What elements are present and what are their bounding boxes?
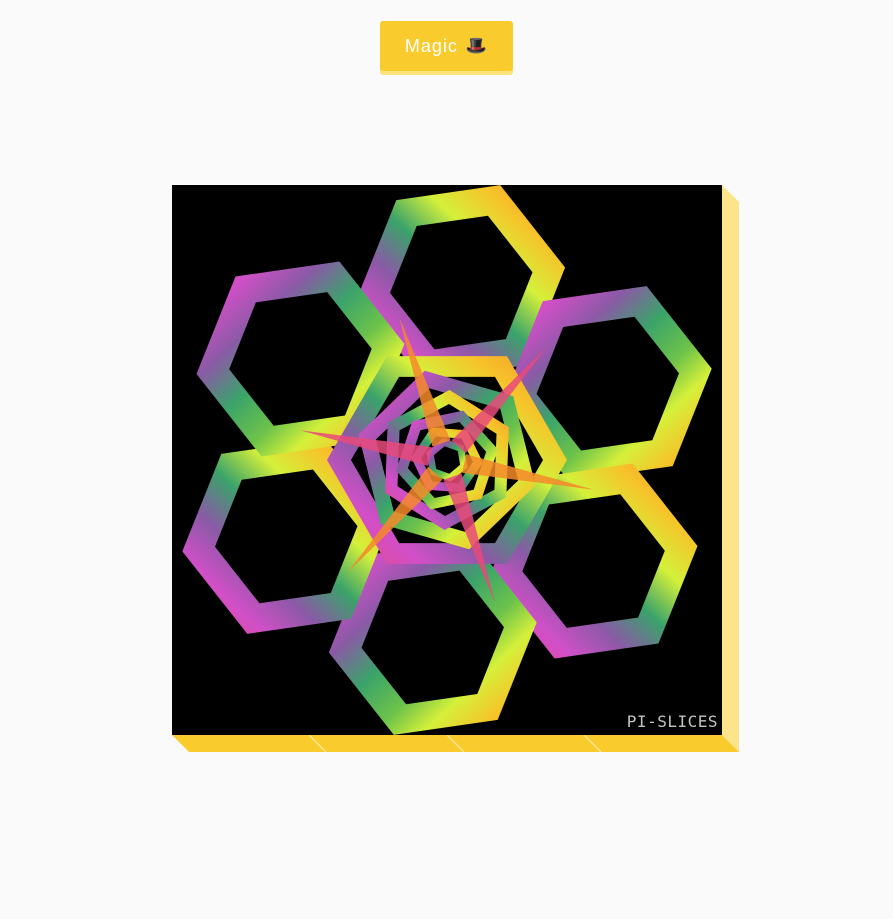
watermark-text: PI-SLICES [626,712,718,731]
magic-button[interactable]: Magic 🎩 [380,21,513,71]
artwork-frame: PI-SLICES [172,185,739,752]
magic-button-label: Magic [404,35,458,56]
center-dot [443,456,451,464]
kaleidoscope-canvas[interactable]: PI-SLICES [172,185,722,735]
kaleidoscope-art [182,185,712,735]
top-hat-icon: 🎩 [465,36,489,55]
